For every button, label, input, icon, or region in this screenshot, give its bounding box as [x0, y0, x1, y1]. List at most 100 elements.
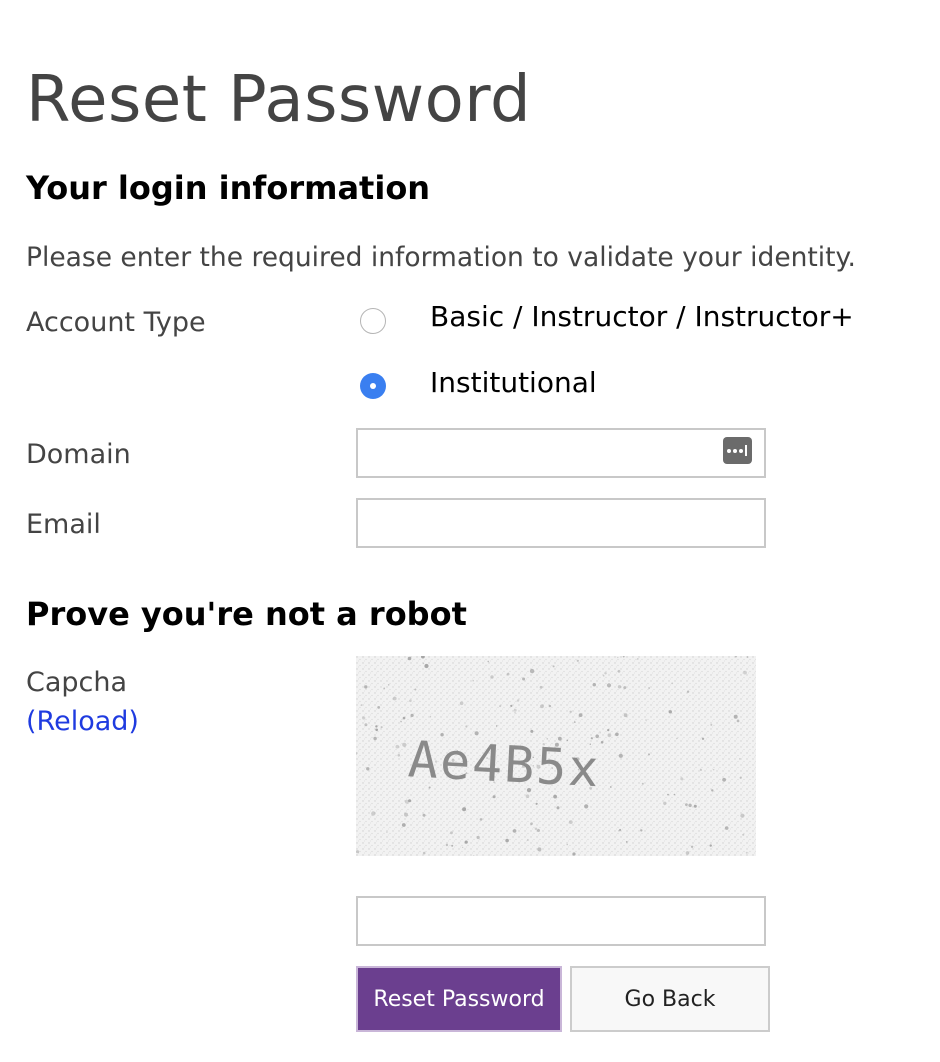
- captcha-noise-dot: [604, 672, 607, 675]
- account-type-institutional-radio[interactable]: [360, 373, 386, 399]
- captcha-noise-dot: [685, 803, 688, 806]
- captcha-noise-dot: [699, 768, 702, 771]
- reload-captcha-link[interactable]: (Reload): [26, 704, 139, 740]
- login-info-heading: Your login information: [26, 169, 431, 207]
- domain-input[interactable]: [356, 428, 766, 478]
- captcha-noise-dot: [459, 701, 464, 706]
- captcha-noise-dot: [578, 713, 583, 717]
- account-type-basic-radio[interactable]: [360, 308, 386, 334]
- captcha-noise-dot: [736, 719, 740, 723]
- captcha-noise-dot: [364, 723, 368, 727]
- captcha-noise-dot: [640, 829, 643, 832]
- captcha-noise-dot: [539, 685, 543, 689]
- captcha-noise-dot: [663, 801, 667, 805]
- captcha-noise-dot: [462, 807, 467, 812]
- captcha-noise-dot: [745, 851, 748, 854]
- email-input[interactable]: [356, 498, 766, 548]
- captcha-noise-dot: [617, 656, 619, 659]
- captcha-noise-dot: [603, 675, 605, 677]
- captcha-noise-dot: [525, 794, 530, 798]
- captcha-noise-dot: [487, 660, 489, 663]
- captcha-noise-dot: [623, 713, 628, 718]
- captcha-noise-dot: [711, 789, 714, 792]
- captcha-noise-dot: [648, 687, 650, 689]
- captcha-noise-dot: [618, 829, 620, 832]
- captcha-noise-dot: [451, 844, 454, 847]
- domain-label: Domain: [26, 439, 131, 470]
- go-back-button[interactable]: Go Back: [570, 966, 770, 1032]
- captcha-noise-dot: [552, 665, 555, 668]
- captcha-noise-dot: [400, 720, 402, 723]
- captcha-noise-dot: [607, 733, 612, 738]
- captcha-noise-dot: [512, 829, 517, 833]
- password-manager-icon[interactable]: [723, 437, 752, 464]
- page-title: Reset Password: [26, 62, 532, 137]
- captcha-noise-dot: [395, 744, 400, 749]
- captcha-noise-dot: [540, 704, 544, 709]
- captcha-noise-dot: [409, 699, 412, 703]
- captcha-noise-dot: [402, 742, 407, 747]
- captcha-noise-dot: [424, 663, 429, 669]
- captcha-noise-dot: [548, 704, 552, 708]
- captcha-noise-dot: [530, 822, 533, 825]
- captcha-noise-dot: [360, 704, 363, 706]
- captcha-noise-dot: [429, 716, 432, 718]
- captcha-noise-dot: [710, 723, 713, 726]
- captcha-noise-dot: [739, 758, 741, 760]
- captcha-noise-dot: [410, 713, 414, 717]
- captcha-noise-dot: [422, 813, 426, 817]
- captcha-noise-dot: [479, 818, 483, 821]
- captcha-noise-dot: [637, 658, 639, 660]
- captcha-noise-dot: [356, 850, 360, 854]
- captcha-noise-dot: [408, 799, 412, 803]
- captcha-noise-dot: [599, 732, 601, 734]
- captcha-noise-dot: [688, 803, 692, 808]
- captcha-noise-dot: [740, 813, 745, 818]
- captcha-noise-dot: [668, 710, 672, 714]
- captcha-noise-dot: [422, 851, 426, 855]
- captcha-noise-dot: [380, 726, 383, 729]
- reset-password-button[interactable]: Reset Password: [356, 966, 562, 1032]
- captcha-noise-dot: [568, 820, 573, 824]
- captcha-noise-dot: [505, 838, 509, 843]
- captcha-noise-dot: [606, 683, 612, 688]
- captcha-noise-dot: [499, 705, 502, 708]
- captcha-noise-dot: [701, 737, 705, 740]
- captcha-noise-dot: [584, 804, 589, 809]
- captcha-noise-dot: [422, 662, 425, 665]
- captcha-noise-dot: [450, 831, 453, 835]
- captcha-noise-dot: [693, 804, 697, 808]
- captcha-noise-dot: [371, 811, 376, 816]
- account-type-institutional-label[interactable]: Institutional: [430, 365, 597, 401]
- captcha-noise-dot: [537, 847, 542, 852]
- captcha-label: Capcha: [26, 667, 128, 698]
- captcha-noise-dot: [492, 795, 496, 799]
- captcha-noise-dot: [641, 782, 644, 785]
- captcha-noise-dot: [490, 675, 494, 679]
- captcha-text: Ae4B5x: [407, 730, 602, 798]
- captcha-noise-dot: [574, 721, 576, 723]
- captcha-noise-dot: [576, 659, 579, 662]
- captcha-noise-dot: [530, 729, 534, 733]
- captcha-noise-dot: [375, 725, 378, 728]
- captcha-answer-input[interactable]: [356, 896, 766, 946]
- captcha-noise-dot: [445, 843, 449, 847]
- captcha-noise-dot: [510, 704, 513, 707]
- account-type-label: Account Type: [26, 307, 206, 338]
- captcha-noise-dot: [476, 835, 480, 840]
- captcha-noise-dot: [686, 690, 690, 693]
- captcha-noise-dot: [407, 656, 412, 661]
- captcha-noise-dot: [733, 714, 738, 719]
- captcha-noise-dot: [383, 687, 385, 690]
- captcha-noise-dot: [676, 737, 678, 740]
- captcha-noise-dot: [506, 672, 510, 676]
- captcha-noise-dot: [709, 844, 712, 847]
- captcha-noise-dot: [386, 831, 388, 833]
- captcha-noise-dot: [377, 706, 381, 709]
- captcha-noise-dot: [746, 656, 749, 658]
- captcha-noise-dot: [572, 852, 576, 856]
- captcha-noise-dot: [743, 670, 747, 675]
- captcha-noise-dot: [522, 677, 526, 681]
- account-type-basic-label[interactable]: Basic / Instructor / Instructor+: [430, 299, 854, 335]
- captcha-noise-dot: [387, 684, 390, 686]
